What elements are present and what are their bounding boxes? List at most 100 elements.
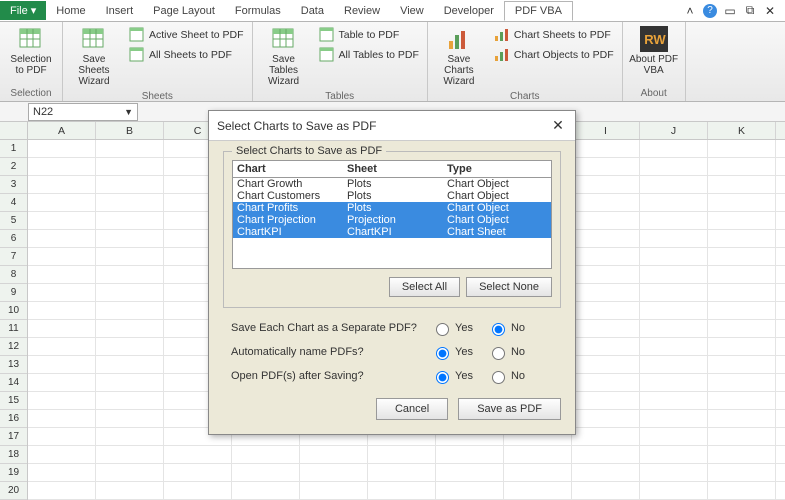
tab-formulas[interactable]: Formulas bbox=[225, 2, 291, 20]
cell[interactable] bbox=[572, 302, 640, 320]
close-window-icon[interactable]: ✕ bbox=[763, 4, 777, 18]
cell[interactable] bbox=[708, 248, 776, 266]
cell[interactable] bbox=[572, 176, 640, 194]
cell[interactable] bbox=[572, 410, 640, 428]
row-header[interactable]: 6 bbox=[0, 230, 27, 248]
cell[interactable] bbox=[28, 212, 96, 230]
save-sheets-wizard-button[interactable]: Save Sheets Wizard bbox=[67, 24, 121, 89]
column-header[interactable]: L bbox=[776, 122, 785, 139]
chevron-down-icon[interactable]: ▼ bbox=[124, 107, 133, 117]
row-header[interactable]: 4 bbox=[0, 194, 27, 212]
cell[interactable] bbox=[300, 446, 368, 464]
cell[interactable] bbox=[776, 176, 785, 194]
cell[interactable] bbox=[776, 248, 785, 266]
cell[interactable] bbox=[572, 392, 640, 410]
radio-no[interactable]: No bbox=[487, 368, 525, 384]
cell[interactable] bbox=[640, 140, 708, 158]
cell[interactable] bbox=[232, 446, 300, 464]
cell[interactable] bbox=[28, 482, 96, 500]
cell[interactable] bbox=[708, 374, 776, 392]
cell[interactable] bbox=[640, 464, 708, 482]
cell[interactable] bbox=[28, 302, 96, 320]
column-header[interactable]: A bbox=[28, 122, 96, 139]
row-header[interactable]: 20 bbox=[0, 482, 27, 500]
tab-insert[interactable]: Insert bbox=[96, 2, 144, 20]
cell[interactable] bbox=[708, 392, 776, 410]
row-header[interactable]: 2 bbox=[0, 158, 27, 176]
cell[interactable] bbox=[572, 212, 640, 230]
row-header[interactable]: 18 bbox=[0, 446, 27, 464]
cell[interactable] bbox=[776, 464, 785, 482]
cell[interactable] bbox=[28, 392, 96, 410]
chart-list-row[interactable]: Chart ProfitsPlotsChart Object bbox=[233, 202, 551, 214]
cell[interactable] bbox=[776, 212, 785, 230]
chart-list-row[interactable]: ChartKPIChartKPIChart Sheet bbox=[233, 226, 551, 238]
cell[interactable] bbox=[708, 428, 776, 446]
cell[interactable] bbox=[640, 158, 708, 176]
cell[interactable] bbox=[28, 464, 96, 482]
column-header[interactable]: I bbox=[572, 122, 640, 139]
cell[interactable] bbox=[28, 140, 96, 158]
table-to-pdf-button[interactable]: Table to PDF bbox=[315, 26, 423, 44]
cell[interactable] bbox=[640, 356, 708, 374]
cell[interactable] bbox=[708, 356, 776, 374]
cell[interactable] bbox=[28, 338, 96, 356]
select-all-corner[interactable] bbox=[0, 122, 28, 140]
cell[interactable] bbox=[96, 194, 164, 212]
row-header[interactable]: 3 bbox=[0, 176, 27, 194]
charts-list[interactable]: Chart Sheet Type Chart GrowthPlotsChart … bbox=[232, 160, 552, 269]
radio-input[interactable] bbox=[492, 323, 505, 336]
chart-list-row[interactable]: Chart CustomersPlotsChart Object bbox=[233, 190, 551, 202]
cell[interactable] bbox=[640, 338, 708, 356]
cell[interactable] bbox=[708, 464, 776, 482]
chart-list-row[interactable]: Chart GrowthPlotsChart Object bbox=[233, 178, 551, 190]
cell[interactable] bbox=[96, 266, 164, 284]
cell[interactable] bbox=[640, 392, 708, 410]
cell[interactable] bbox=[300, 482, 368, 500]
row-header[interactable]: 9 bbox=[0, 284, 27, 302]
cell[interactable] bbox=[28, 284, 96, 302]
radio-yes[interactable]: Yes bbox=[431, 344, 473, 360]
cell[interactable] bbox=[28, 446, 96, 464]
cell[interactable] bbox=[572, 338, 640, 356]
cell[interactable] bbox=[28, 176, 96, 194]
close-icon[interactable]: ✕ bbox=[549, 117, 567, 134]
cell[interactable] bbox=[368, 446, 436, 464]
cell[interactable] bbox=[708, 446, 776, 464]
cell[interactable] bbox=[708, 410, 776, 428]
cell[interactable] bbox=[708, 212, 776, 230]
cell[interactable] bbox=[504, 482, 572, 500]
restore-icon[interactable]: ⧉ bbox=[743, 4, 757, 18]
cell[interactable] bbox=[708, 302, 776, 320]
cell[interactable] bbox=[232, 482, 300, 500]
name-box[interactable]: N22 ▼ bbox=[28, 103, 138, 121]
cell[interactable] bbox=[28, 266, 96, 284]
cell[interactable] bbox=[96, 482, 164, 500]
cell[interactable] bbox=[96, 284, 164, 302]
cell[interactable] bbox=[640, 266, 708, 284]
cell[interactable] bbox=[708, 194, 776, 212]
row-header[interactable]: 14 bbox=[0, 374, 27, 392]
column-header[interactable]: J bbox=[640, 122, 708, 139]
cell[interactable] bbox=[572, 284, 640, 302]
active-sheet-to-pdf-button[interactable]: Active Sheet to PDF bbox=[125, 26, 248, 44]
tab-view[interactable]: View bbox=[390, 2, 434, 20]
cell[interactable] bbox=[776, 392, 785, 410]
cancel-button[interactable]: Cancel bbox=[376, 398, 448, 420]
cell[interactable] bbox=[776, 446, 785, 464]
cell[interactable] bbox=[640, 482, 708, 500]
cell[interactable] bbox=[164, 482, 232, 500]
cell[interactable] bbox=[28, 428, 96, 446]
cell[interactable] bbox=[28, 248, 96, 266]
cell[interactable] bbox=[640, 230, 708, 248]
row-header[interactable]: 17 bbox=[0, 428, 27, 446]
save-charts-wizard-button[interactable]: Save Charts Wizard bbox=[432, 24, 486, 89]
cell[interactable] bbox=[368, 482, 436, 500]
cell[interactable] bbox=[776, 428, 785, 446]
save-tables-wizard-button[interactable]: Save Tables Wizard bbox=[257, 24, 311, 89]
cell[interactable] bbox=[572, 464, 640, 482]
radio-yes[interactable]: Yes bbox=[431, 320, 473, 336]
cell[interactable] bbox=[96, 248, 164, 266]
cell[interactable] bbox=[96, 230, 164, 248]
cell[interactable] bbox=[776, 230, 785, 248]
